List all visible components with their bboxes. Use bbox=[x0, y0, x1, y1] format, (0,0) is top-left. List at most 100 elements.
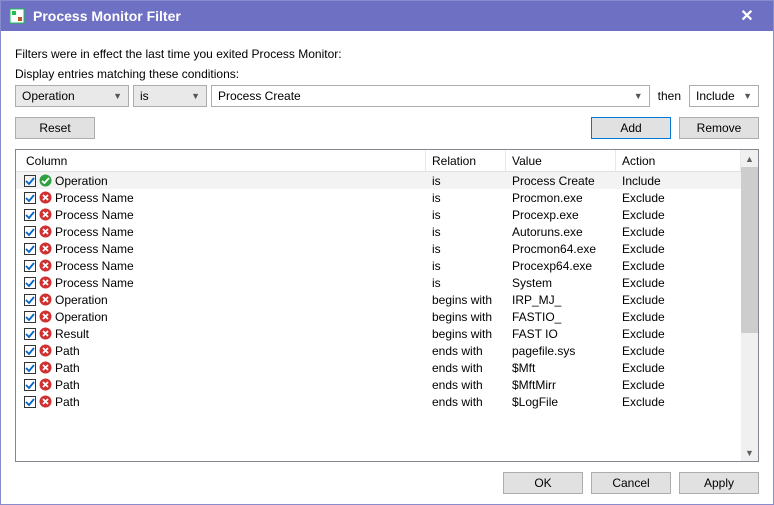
table-row[interactable]: Path ends with$MftExclude bbox=[16, 359, 741, 376]
dialog-footer: OK Cancel Apply bbox=[15, 462, 759, 494]
row-relation: begins with bbox=[426, 310, 506, 324]
row-action: Exclude bbox=[616, 208, 741, 222]
relation-dropdown[interactable]: is ▼ bbox=[133, 85, 207, 107]
value-combobox[interactable]: Process Create ▼ bbox=[211, 85, 650, 107]
checkbox[interactable] bbox=[24, 192, 36, 204]
scrollbar-vertical[interactable]: ▲ ▼ bbox=[741, 150, 758, 461]
table-row[interactable]: Process NameisAutoruns.exeExclude bbox=[16, 223, 741, 240]
row-relation: is bbox=[426, 208, 506, 222]
checkbox[interactable] bbox=[24, 226, 36, 238]
scroll-thumb[interactable] bbox=[741, 167, 758, 333]
table-row[interactable]: Operationbegins withFASTIO_Exclude bbox=[16, 308, 741, 325]
table-row[interactable]: Operationbegins withIRP_MJ_Exclude bbox=[16, 291, 741, 308]
checkbox[interactable] bbox=[24, 396, 36, 408]
checkbox[interactable] bbox=[24, 362, 36, 374]
table-row[interactable]: Resultbegins withFAST IOExclude bbox=[16, 325, 741, 342]
header-column[interactable]: Column bbox=[16, 150, 426, 171]
checkbox[interactable] bbox=[24, 345, 36, 357]
row-column-label: Process Name bbox=[55, 191, 134, 205]
row-column-label: Process Name bbox=[55, 225, 134, 239]
scroll-down-icon[interactable]: ▼ bbox=[741, 444, 758, 461]
remove-button[interactable]: Remove bbox=[679, 117, 759, 139]
row-relation: begins with bbox=[426, 327, 506, 341]
apply-button[interactable]: Apply bbox=[679, 472, 759, 494]
row-column-label: Path bbox=[55, 344, 80, 358]
exclude-icon bbox=[39, 361, 52, 374]
edit-buttons-row: Reset Add Remove bbox=[15, 117, 759, 139]
checkbox[interactable] bbox=[24, 379, 36, 391]
description-label: Filters were in effect the last time you… bbox=[15, 47, 759, 61]
table-body: OperationisProcess CreateIncludeProcess … bbox=[16, 172, 741, 461]
filter-dialog: Process Monitor Filter ✕ Filters were in… bbox=[0, 0, 774, 505]
app-icon bbox=[9, 8, 25, 24]
checkbox[interactable] bbox=[24, 260, 36, 272]
row-column-label: Process Name bbox=[55, 242, 134, 256]
row-relation: ends with bbox=[426, 344, 506, 358]
checkbox[interactable] bbox=[24, 243, 36, 255]
row-relation: ends with bbox=[426, 395, 506, 409]
exclude-icon bbox=[39, 191, 52, 204]
table-row[interactable]: Process NameisProcmon.exeExclude bbox=[16, 189, 741, 206]
table-row[interactable]: Process NameisProcexp.exeExclude bbox=[16, 206, 741, 223]
table-row[interactable]: Pathends with$LogFileExclude bbox=[16, 393, 741, 410]
ok-button[interactable]: OK bbox=[503, 472, 583, 494]
checkbox[interactable] bbox=[24, 294, 36, 306]
row-action: Exclude bbox=[616, 310, 741, 324]
table-header: Column Relation Value Action bbox=[16, 150, 741, 172]
row-action: Exclude bbox=[616, 191, 741, 205]
action-dropdown[interactable]: Include ▼ bbox=[689, 85, 759, 107]
titlebar: Process Monitor Filter ✕ bbox=[1, 1, 773, 31]
window-title: Process Monitor Filter bbox=[33, 8, 729, 24]
table-row[interactable]: Process NameisProcmon64.exeExclude bbox=[16, 240, 741, 257]
row-column-label: Operation bbox=[55, 293, 108, 307]
header-value[interactable]: Value bbox=[506, 150, 616, 171]
header-relation[interactable]: Relation bbox=[426, 150, 506, 171]
scroll-track[interactable] bbox=[741, 167, 758, 444]
condition-row: Operation ▼ is ▼ Process Create ▼ then I… bbox=[15, 85, 759, 107]
exclude-icon bbox=[39, 310, 52, 323]
row-value: IRP_MJ_ bbox=[506, 293, 616, 307]
row-column-label: Path bbox=[55, 378, 80, 392]
chevron-down-icon: ▼ bbox=[743, 91, 752, 101]
content-area: Filters were in effect the last time you… bbox=[1, 31, 773, 504]
table-row[interactable]: Pathends withpagefile.sysExclude bbox=[16, 342, 741, 359]
checkbox[interactable] bbox=[24, 277, 36, 289]
row-action: Exclude bbox=[616, 378, 741, 392]
row-value: FAST IO bbox=[506, 327, 616, 341]
exclude-icon bbox=[39, 395, 52, 408]
row-action: Exclude bbox=[616, 259, 741, 273]
table-row[interactable]: OperationisProcess CreateInclude bbox=[16, 172, 741, 189]
checkbox[interactable] bbox=[24, 328, 36, 340]
row-column-label: Operation bbox=[55, 174, 108, 188]
cancel-button[interactable]: Cancel bbox=[591, 472, 671, 494]
scroll-up-icon[interactable]: ▲ bbox=[741, 150, 758, 167]
row-relation: ends with bbox=[426, 378, 506, 392]
row-value: $Mft bbox=[506, 361, 616, 375]
row-column-label: Path bbox=[55, 361, 80, 375]
row-action: Include bbox=[616, 174, 741, 188]
reset-button[interactable]: Reset bbox=[15, 117, 95, 139]
row-value: System bbox=[506, 276, 616, 290]
row-value: Procexp.exe bbox=[506, 208, 616, 222]
row-value: Procmon64.exe bbox=[506, 242, 616, 256]
row-relation: is bbox=[426, 242, 506, 256]
row-relation: ends with bbox=[426, 361, 506, 375]
checkbox[interactable] bbox=[24, 209, 36, 221]
close-icon[interactable]: ✕ bbox=[729, 6, 765, 26]
row-column-label: Process Name bbox=[55, 276, 134, 290]
chevron-down-icon: ▼ bbox=[634, 91, 643, 101]
header-action[interactable]: Action bbox=[616, 150, 741, 171]
row-action: Exclude bbox=[616, 327, 741, 341]
column-dropdown[interactable]: Operation ▼ bbox=[15, 85, 129, 107]
add-button[interactable]: Add bbox=[591, 117, 671, 139]
relation-dropdown-value: is bbox=[140, 89, 149, 103]
table-row[interactable]: Process NameisSystemExclude bbox=[16, 274, 741, 291]
checkbox[interactable] bbox=[24, 311, 36, 323]
row-column-label: Path bbox=[55, 395, 80, 409]
row-column-label: Process Name bbox=[55, 259, 134, 273]
table-row[interactable]: Process NameisProcexp64.exeExclude bbox=[16, 257, 741, 274]
row-action: Exclude bbox=[616, 361, 741, 375]
checkbox[interactable] bbox=[24, 175, 36, 187]
table-row[interactable]: Pathends with$MftMirrExclude bbox=[16, 376, 741, 393]
row-action: Exclude bbox=[616, 225, 741, 239]
